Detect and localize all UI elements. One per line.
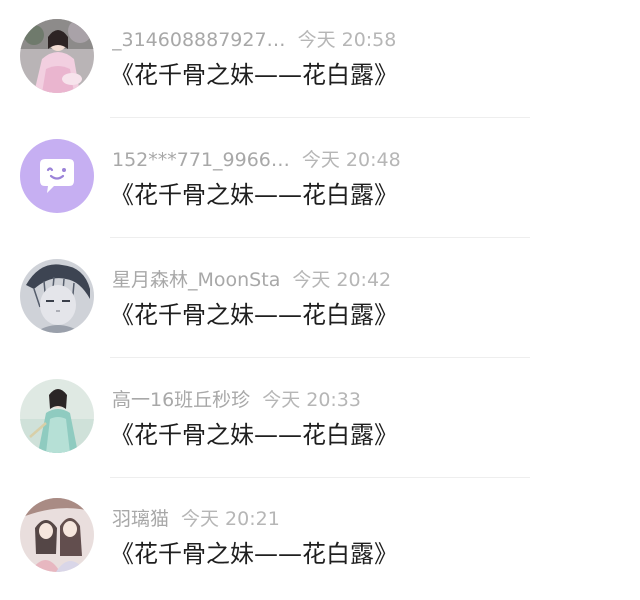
username[interactable]: 星月森林_MoonSta [112, 268, 280, 292]
divider [110, 357, 530, 358]
divider [110, 477, 530, 478]
purple-chat-bubble-avatar[interactable] [20, 139, 94, 213]
username[interactable]: _314608887927… [112, 28, 286, 52]
timestamp: 今天 20:58 [297, 29, 397, 51]
message-text: 《花千骨之妹——花白露》 [110, 181, 398, 209]
username[interactable]: 高一16班丘秒珍 [112, 388, 250, 412]
list-item[interactable]: 星月森林_MoonSta 今天 20:42 《花千骨之妹——花白露》 [0, 240, 640, 360]
list-item[interactable]: _314608887927… 今天 20:58 《花千骨之妹——花白露》 [0, 0, 640, 120]
message-meta: 152***771_9966… 今天 20:48 [112, 148, 401, 172]
divider [110, 117, 530, 118]
message-text: 《花千骨之妹——花白露》 [110, 301, 398, 329]
timestamp: 今天 20:21 [181, 508, 280, 530]
two-anime-girls-avatar[interactable] [20, 498, 94, 572]
message-text: 《花千骨之妹——花白露》 [110, 61, 398, 89]
girl-in-pink-dress-avatar[interactable] [20, 19, 94, 93]
username[interactable]: 羽璃猫 [112, 507, 169, 531]
message-meta: 高一16班丘秒珍 今天 20:33 [112, 388, 361, 412]
message-list: _314608887927… 今天 20:58 《花千骨之妹——花白露》 152*… [0, 0, 640, 592]
message-meta: 星月森林_MoonSta 今天 20:42 [112, 268, 391, 292]
anime-boy-sketch-avatar[interactable] [20, 259, 94, 333]
timestamp: 今天 20:33 [262, 389, 361, 411]
message-meta: 羽璃猫 今天 20:21 [112, 507, 280, 531]
username[interactable]: 152***771_9966… [112, 148, 290, 172]
list-item[interactable]: 高一16班丘秒珍 今天 20:33 《花千骨之妹——花白露》 [0, 360, 640, 480]
list-item[interactable]: 152***771_9966… 今天 20:48 《花千骨之妹——花白露》 [0, 120, 640, 240]
timestamp: 今天 20:42 [292, 269, 392, 291]
message-text: 《花千骨之妹——花白露》 [110, 421, 398, 449]
timestamp: 今天 20:48 [301, 149, 401, 171]
list-item[interactable]: 羽璃猫 今天 20:21 《花千骨之妹——花白露》 [0, 480, 640, 600]
message-text: 《花千骨之妹——花白露》 [110, 540, 398, 568]
message-meta: _314608887927… 今天 20:58 [112, 28, 396, 52]
divider [110, 237, 530, 238]
woman-in-teal-hanfu-avatar[interactable] [20, 379, 94, 453]
